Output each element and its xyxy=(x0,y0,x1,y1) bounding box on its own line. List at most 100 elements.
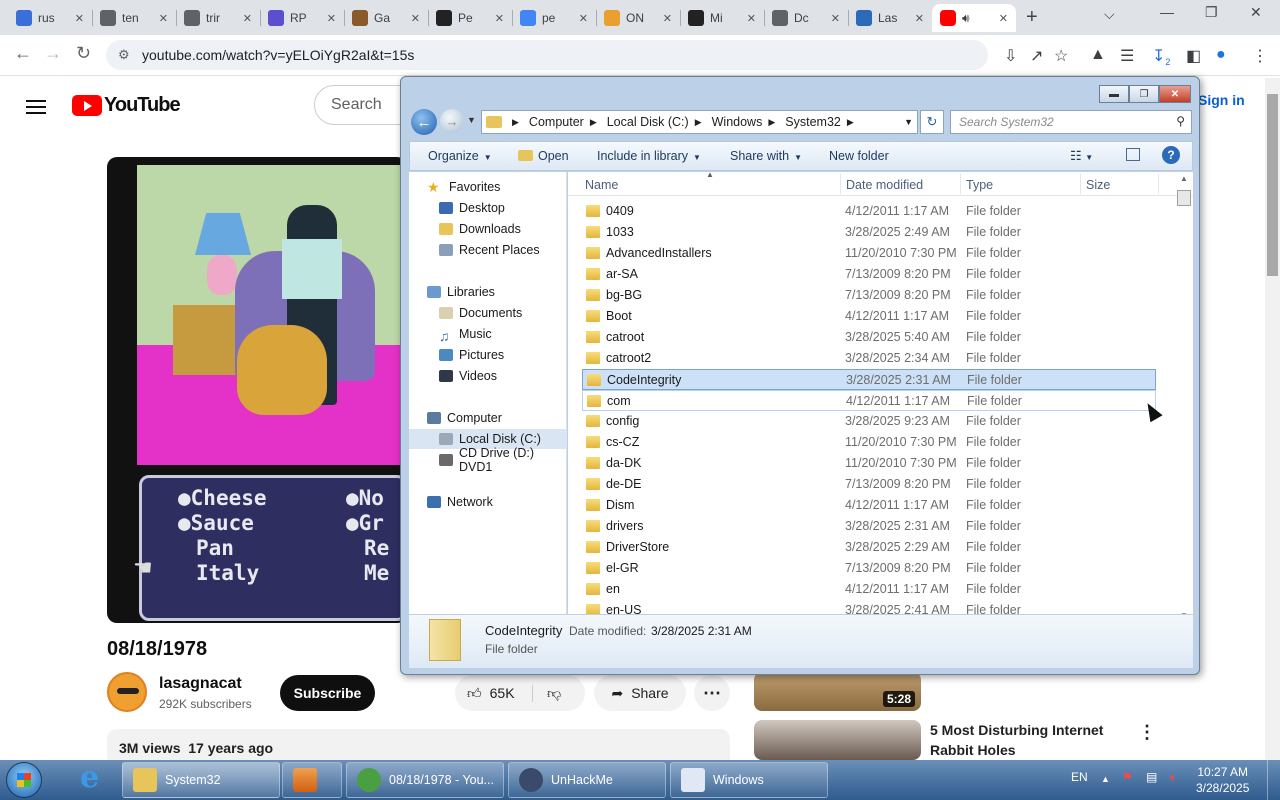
profile-avatar-icon[interactable]: ● xyxy=(1216,46,1226,64)
nav-documents[interactable]: Documents xyxy=(409,303,567,323)
tab-close-icon[interactable]: ✕ xyxy=(915,12,924,25)
page-scrollbar-thumb[interactable] xyxy=(1267,94,1278,276)
browser-tab[interactable]: Mi ✕ xyxy=(680,4,764,32)
column-header-date[interactable]: Date modified xyxy=(846,178,923,192)
tab-close-icon[interactable]: ✕ xyxy=(75,12,84,25)
file-row[interactable]: en 4/12/2011 1:17 AM File folder xyxy=(582,579,1156,600)
breadcrumb-system32[interactable]: System32 xyxy=(785,115,841,129)
system-clock[interactable]: 10:27 AM 3/28/2025 xyxy=(1196,764,1249,796)
site-info-icon[interactable]: ⚙ xyxy=(118,47,130,63)
forward-button[interactable]: → xyxy=(440,109,464,133)
open-button[interactable]: Open xyxy=(518,149,569,163)
video-player[interactable]: ●Cheese ●Sauce Pan Italy ●No ●Gr Re Me ☚ xyxy=(107,157,407,623)
file-row[interactable]: 1033 3/28/2025 2:49 AM File folder xyxy=(582,222,1156,243)
help-icon[interactable]: ? xyxy=(1162,146,1180,164)
address-breadcrumb-bar[interactable]: ▶ Computer ▶ Local Disk (C:) ▶ Windows ▶ Sy… xyxy=(481,110,918,134)
channel-avatar[interactable] xyxy=(107,672,147,712)
file-row[interactable]: cs-CZ 11/20/2010 7:30 PM File folder xyxy=(582,432,1156,453)
input-language-indicator[interactable]: EN xyxy=(1071,770,1088,784)
start-button[interactable] xyxy=(6,762,42,798)
taskbar-button-media-player[interactable] xyxy=(282,762,342,798)
breadcrumb-computer[interactable]: Computer xyxy=(529,115,584,129)
internet-explorer-icon[interactable] xyxy=(74,760,106,796)
sign-in-button[interactable]: Sign in xyxy=(1198,92,1245,108)
browser-tab[interactable]: ON ✕ xyxy=(596,4,680,32)
volume-muted-icon[interactable]: 🔈︎ xyxy=(1170,770,1177,785)
file-row[interactable]: DriverStore 3/28/2025 2:29 AM File folder xyxy=(582,537,1156,558)
file-list-scrollbar-thumb[interactable] xyxy=(1177,190,1191,206)
action-center-icon[interactable]: ⚑ xyxy=(1122,770,1133,784)
maximize-button[interactable]: ❐ xyxy=(1129,85,1159,103)
browser-tab[interactable]: trir ✕ xyxy=(176,4,260,32)
file-row[interactable]: en-US 3/28/2025 2:41 AM File folder xyxy=(582,600,1156,614)
include-in-library-button[interactable]: Include in library ▼ xyxy=(597,149,701,163)
taskbar-button-browser[interactable]: 08/18/1978 - You... xyxy=(346,762,504,798)
file-row[interactable]: catroot 3/28/2025 5:40 AM File folder xyxy=(582,327,1156,348)
nav-cd-drive[interactable]: CD Drive (D:) DVD1 xyxy=(409,446,567,474)
taskbar-button-explorer[interactable]: System32 xyxy=(122,762,280,798)
browser-tab[interactable]: Dc ✕ xyxy=(764,4,848,32)
browser-tab[interactable]: rus ✕ xyxy=(8,4,92,32)
back-arrow-icon[interactable]: ← xyxy=(14,43,32,64)
tab-close-icon[interactable]: ✕ xyxy=(243,12,252,25)
reading-list-icon[interactable]: ☰ xyxy=(1120,46,1134,66)
nav-music[interactable]: ♫ Music xyxy=(409,324,567,344)
reload-icon[interactable]: ↻ xyxy=(76,43,91,64)
taskbar-button-windows[interactable]: Windows xyxy=(670,762,828,798)
nav-favorites[interactable]: ★ Favorites xyxy=(409,177,567,197)
new-tab-button[interactable]: + xyxy=(1026,6,1038,29)
tab-close-icon[interactable]: ✕ xyxy=(495,12,504,25)
refresh-icon[interactable]: ↻ xyxy=(920,110,944,134)
close-window-icon[interactable]: ✕ xyxy=(1250,4,1262,21)
url-text[interactable]: youtube.com/watch?v=yELOiYgR2aI&t=15s xyxy=(142,47,414,63)
share-with-button[interactable]: Share with ▼ xyxy=(730,149,802,163)
tab-close-icon[interactable]: ✕ xyxy=(327,12,336,25)
share-page-icon[interactable]: ↗ xyxy=(1030,46,1043,66)
breadcrumb-windows[interactable]: Windows xyxy=(712,115,763,129)
tab-close-icon[interactable]: ✕ xyxy=(159,12,168,25)
file-row[interactable]: config 3/28/2025 9:23 AM File folder xyxy=(582,411,1156,432)
file-row[interactable]: bg-BG 7/13/2009 8:20 PM File folder xyxy=(582,285,1156,306)
nav-computer[interactable]: Computer xyxy=(409,408,567,428)
address-dropdown-icon[interactable]: ▼ xyxy=(904,117,913,127)
share-button[interactable]: ➦ Share xyxy=(594,675,686,711)
file-row[interactable]: Dism 4/12/2011 1:17 AM File folder xyxy=(582,495,1156,516)
forward-arrow-icon[interactable]: → xyxy=(44,43,62,64)
nav-recent-places[interactable]: Recent Places xyxy=(409,240,567,260)
page-scrollbar[interactable] xyxy=(1265,78,1280,760)
change-view-icon[interactable]: ☷ ▼ xyxy=(1070,148,1093,164)
file-row[interactable]: CodeIntegrity 3/28/2025 2:31 AM File folde… xyxy=(582,369,1156,390)
column-header-type[interactable]: Type xyxy=(966,178,993,192)
more-actions-button[interactable]: ⋯ xyxy=(694,675,730,711)
file-row[interactable]: com 4/12/2011 1:17 AM File folder xyxy=(582,390,1156,411)
file-row[interactable]: 0409 4/12/2011 1:17 AM File folder xyxy=(582,201,1156,222)
address-bar[interactable]: ⚙ youtube.com/watch?v=yELOiYgR2aI&t=15s xyxy=(106,40,988,70)
file-list-scrollbar[interactable]: ▲ ▼ xyxy=(1176,174,1192,614)
breadcrumb-local-disk[interactable]: Local Disk (C:) xyxy=(607,115,689,129)
new-folder-button[interactable]: New folder xyxy=(829,149,889,163)
browser-tab-active[interactable]: 🔊︎ ✕ xyxy=(932,4,1016,32)
browser-tab[interactable]: pe ✕ xyxy=(512,4,596,32)
nav-pictures[interactable]: Pictures xyxy=(409,345,567,365)
explorer-search-input[interactable]: Search System32 ⚲ xyxy=(950,110,1192,134)
taskbar-button-unhackme[interactable]: UnHackMe xyxy=(508,762,666,798)
hamburger-menu-icon[interactable] xyxy=(26,96,46,118)
back-button[interactable]: ← xyxy=(411,109,437,135)
file-row[interactable]: catroot2 3/28/2025 2:34 AM File folder xyxy=(582,348,1156,369)
channel-name[interactable]: lasagnacat xyxy=(159,675,242,693)
recent-pages-dropdown-icon[interactable]: ▼ xyxy=(467,115,476,125)
recommended-video-thumbnail[interactable]: 5:28 xyxy=(754,672,921,711)
tab-close-icon[interactable]: ✕ xyxy=(747,12,756,25)
browser-tab[interactable]: Pe ✕ xyxy=(428,4,512,32)
file-row[interactable]: AdvancedInstallers 11/20/2010 7:30 PM File… xyxy=(582,243,1156,264)
recommended-video-menu-icon[interactable]: ⋮ xyxy=(1138,722,1156,743)
file-row[interactable]: el-GR 7/13/2009 8:20 PM File folder xyxy=(582,558,1156,579)
install-app-icon[interactable]: ⇩ xyxy=(1004,46,1017,66)
recommended-video-title[interactable]: 5 Most Disturbing Internet Rabbit Holes xyxy=(930,720,1120,760)
show-desktop-button[interactable] xyxy=(1267,760,1280,800)
file-row[interactable]: da-DK 11/20/2010 7:30 PM File folder xyxy=(582,453,1156,474)
browser-tab[interactable]: ten ✕ xyxy=(92,4,176,32)
search-icon[interactable]: ⚲ xyxy=(1176,114,1185,128)
side-panel-icon[interactable]: ◧ xyxy=(1186,46,1201,66)
youtube-logo[interactable]: YouTube xyxy=(72,94,181,117)
